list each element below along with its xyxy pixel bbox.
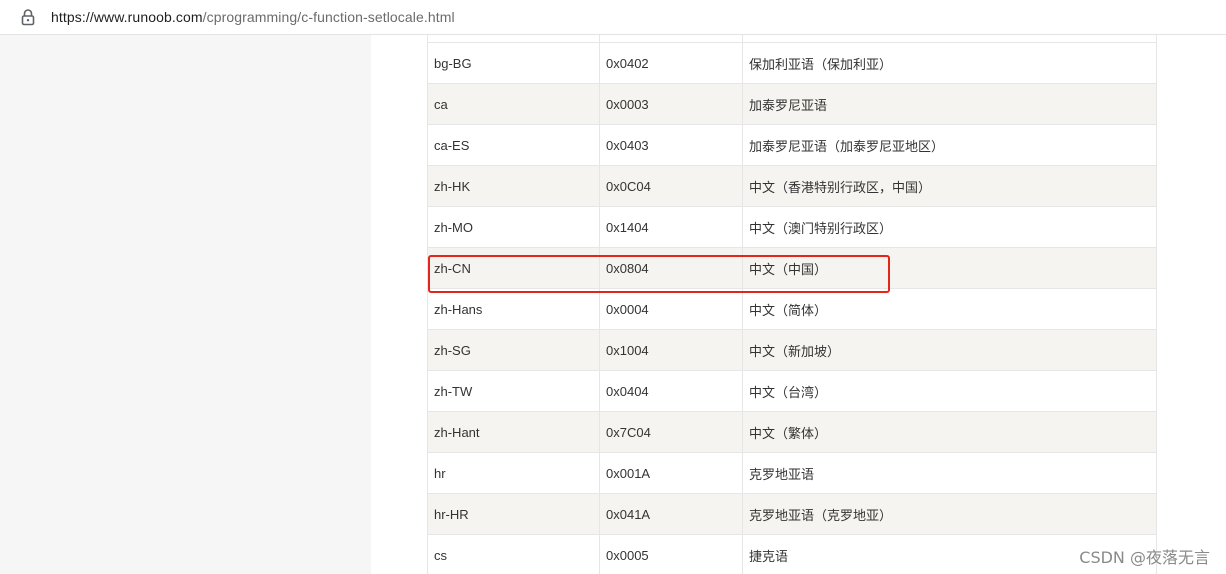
- highlight-box: [428, 255, 890, 293]
- locale-code-cell: 0x7C04: [599, 411, 743, 453]
- locale-name-cell: 中文（澳门特别行政区）: [742, 206, 1157, 248]
- table-row: zh-MO 0x1404 中文（澳门特别行政区）: [427, 206, 1157, 248]
- table-cell: [599, 35, 743, 43]
- table-cell: [427, 35, 600, 43]
- table-row: zh-SG 0x1004 中文（新加坡）: [427, 329, 1157, 371]
- page-content: bg-BG 0x0402 保加利亚语（保加利亚） ca 0x0003 加泰罗尼亚语 ca-E…: [371, 35, 1226, 574]
- locale-tag-cell: zh-HK: [427, 165, 600, 207]
- table-row: ca-ES 0x0403 加泰罗尼亚语（加泰罗尼亚地区）: [427, 124, 1157, 166]
- locale-tag-cell: hr-HR: [427, 493, 600, 535]
- url-host: https://www.runoob.com: [51, 9, 203, 25]
- locale-name-cell: 中文（香港特别行政区，中国）: [742, 165, 1157, 207]
- url-path: /cprogramming/c-function-setlocale.html: [202, 9, 455, 25]
- table-cell: [742, 35, 1157, 43]
- locale-tag-cell: zh-TW: [427, 370, 600, 412]
- locale-code-cell: 0x0403: [599, 124, 743, 166]
- locale-tag-cell: cs: [427, 534, 600, 574]
- lock-icon[interactable]: [20, 8, 36, 26]
- locale-name-cell: 中文（台湾）: [742, 370, 1157, 412]
- locale-table: bg-BG 0x0402 保加利亚语（保加利亚） ca 0x0003 加泰罗尼亚语 ca-E…: [427, 35, 1157, 574]
- locale-name-cell: 克罗地亚语（克罗地亚）: [742, 493, 1157, 535]
- locale-code-cell: 0x0004: [599, 288, 743, 330]
- table-row: zh-Hant 0x7C04 中文（繁体）: [427, 411, 1157, 453]
- locale-tag-cell: zh-Hans: [427, 288, 600, 330]
- table-row: zh-Hans 0x0004 中文（简体）: [427, 288, 1157, 330]
- table-row: cs 0x0005 捷克语: [427, 534, 1157, 574]
- locale-code-cell: 0x0402: [599, 42, 743, 84]
- locale-code-cell: 0x0C04: [599, 165, 743, 207]
- locale-code-cell: 0x001A: [599, 452, 743, 494]
- locale-code-cell: 0x041A: [599, 493, 743, 535]
- locale-tag-cell: hr: [427, 452, 600, 494]
- locale-code-cell: 0x0404: [599, 370, 743, 412]
- table-row-partial: [427, 35, 1157, 43]
- locale-tag-cell: ca: [427, 83, 600, 125]
- table-row: zh-HK 0x0C04 中文（香港特别行政区，中国）: [427, 165, 1157, 207]
- table-row: ca 0x0003 加泰罗尼亚语: [427, 83, 1157, 125]
- locale-tag-cell: zh-MO: [427, 206, 600, 248]
- locale-tag-cell: ca-ES: [427, 124, 600, 166]
- watermark: CSDN @夜落无言: [1079, 548, 1210, 567]
- locale-name-cell: 中文（新加坡）: [742, 329, 1157, 371]
- locale-code-cell: 0x0003: [599, 83, 743, 125]
- locale-tag-cell: zh-Hant: [427, 411, 600, 453]
- locale-name-cell: 保加利亚语（保加利亚）: [742, 42, 1157, 84]
- table-row: zh-TW 0x0404 中文（台湾）: [427, 370, 1157, 412]
- table-row: bg-BG 0x0402 保加利亚语（保加利亚）: [427, 42, 1157, 84]
- locale-code-cell: 0x1404: [599, 206, 743, 248]
- table-row: hr-HR 0x041A 克罗地亚语（克罗地亚）: [427, 493, 1157, 535]
- locale-name-cell: 加泰罗尼亚语（加泰罗尼亚地区）: [742, 124, 1157, 166]
- locale-name-cell: 中文（简体）: [742, 288, 1157, 330]
- url-text[interactable]: https://www.runoob.com/cprogramming/c-fu…: [51, 8, 455, 26]
- locale-tag-cell: zh-SG: [427, 329, 600, 371]
- locale-name-cell: 加泰罗尼亚语: [742, 83, 1157, 125]
- locale-code-cell: 0x0005: [599, 534, 743, 574]
- address-bar[interactable]: https://www.runoob.com/cprogramming/c-fu…: [0, 0, 1226, 35]
- table-row: hr 0x001A 克罗地亚语: [427, 452, 1157, 494]
- locale-tag-cell: bg-BG: [427, 42, 600, 84]
- left-sidebar: [0, 35, 371, 574]
- locale-name-cell: 克罗地亚语: [742, 452, 1157, 494]
- locale-code-cell: 0x1004: [599, 329, 743, 371]
- locale-name-cell: 中文（繁体）: [742, 411, 1157, 453]
